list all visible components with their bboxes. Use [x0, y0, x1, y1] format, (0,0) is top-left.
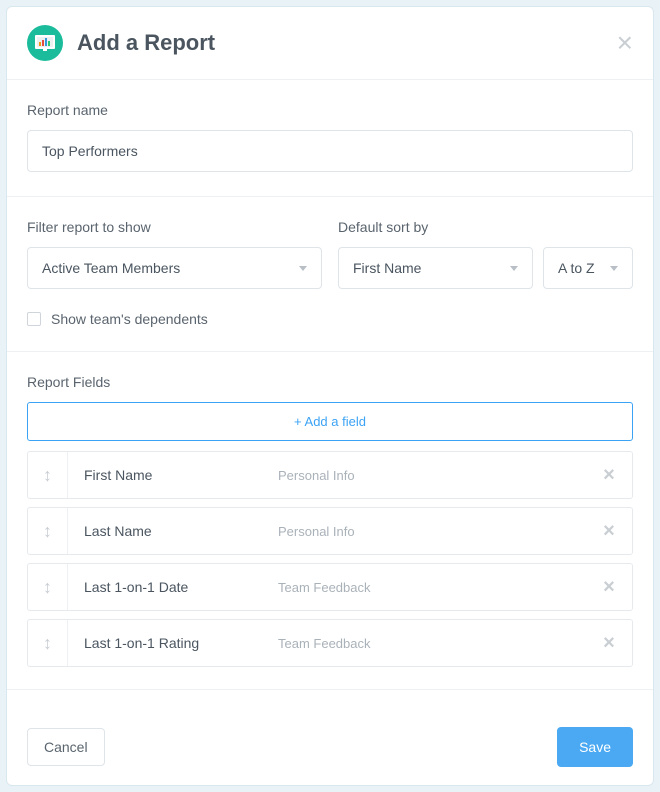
field-row: ↕Last NamePersonal Info×: [27, 507, 633, 555]
add-field-button[interactable]: + Add a field: [27, 402, 633, 441]
dependents-checkbox[interactable]: [27, 312, 41, 326]
remove-field-icon[interactable]: ×: [586, 620, 632, 666]
field-row: ↕Last 1-on-1 DateTeam Feedback×: [27, 563, 633, 611]
field-row: ↕First NamePersonal Info×: [27, 451, 633, 499]
remove-field-icon[interactable]: ×: [586, 508, 632, 554]
remove-field-icon[interactable]: ×: [586, 564, 632, 610]
field-name: First Name: [68, 452, 278, 498]
modal-title: Add a Report: [77, 30, 617, 56]
cancel-button[interactable]: Cancel: [27, 728, 105, 766]
filter-sort-section: Filter report to show Active Team Member…: [7, 197, 653, 352]
sort-label: Default sort by: [338, 219, 533, 235]
report-name-input[interactable]: [27, 130, 633, 172]
filter-label: Filter report to show: [27, 219, 322, 235]
save-button[interactable]: Save: [557, 727, 633, 767]
field-category: Team Feedback: [278, 564, 586, 610]
modal-footer: Cancel Save: [7, 709, 653, 785]
report-name-label: Report name: [27, 102, 633, 118]
field-name: Last Name: [68, 508, 278, 554]
sort-field-select[interactable]: First Name: [338, 247, 533, 289]
field-category: Personal Info: [278, 508, 586, 554]
remove-field-icon[interactable]: ×: [586, 452, 632, 498]
field-row: ↕Last 1-on-1 RatingTeam Feedback×: [27, 619, 633, 667]
dependents-label: Show team's dependents: [51, 311, 208, 327]
filter-select-value: Active Team Members: [42, 260, 180, 276]
close-icon[interactable]: ×: [617, 29, 633, 57]
fields-list: ↕First NamePersonal Info×↕Last NamePerso…: [27, 451, 633, 667]
field-name: Last 1-on-1 Date: [68, 564, 278, 610]
filter-select[interactable]: Active Team Members: [27, 247, 322, 289]
sort-field-value: First Name: [353, 260, 421, 276]
add-report-modal: Add a Report × Report name Filter report…: [6, 6, 654, 786]
caret-down-icon: [610, 266, 618, 271]
report-icon: [27, 25, 63, 61]
drag-handle-icon[interactable]: ↕: [28, 452, 68, 498]
sort-direction-select[interactable]: A to Z: [543, 247, 633, 289]
modal-header: Add a Report ×: [7, 7, 653, 80]
field-category: Personal Info: [278, 452, 586, 498]
report-name-section: Report name: [7, 80, 653, 197]
drag-handle-icon[interactable]: ↕: [28, 564, 68, 610]
field-category: Team Feedback: [278, 620, 586, 666]
drag-handle-icon[interactable]: ↕: [28, 620, 68, 666]
drag-handle-icon[interactable]: ↕: [28, 508, 68, 554]
caret-down-icon: [299, 266, 307, 271]
field-name: Last 1-on-1 Rating: [68, 620, 278, 666]
report-fields-section: Report Fields + Add a field ↕First NameP…: [7, 352, 653, 690]
caret-down-icon: [510, 266, 518, 271]
sort-direction-value: A to Z: [558, 260, 595, 276]
report-fields-label: Report Fields: [27, 374, 633, 390]
